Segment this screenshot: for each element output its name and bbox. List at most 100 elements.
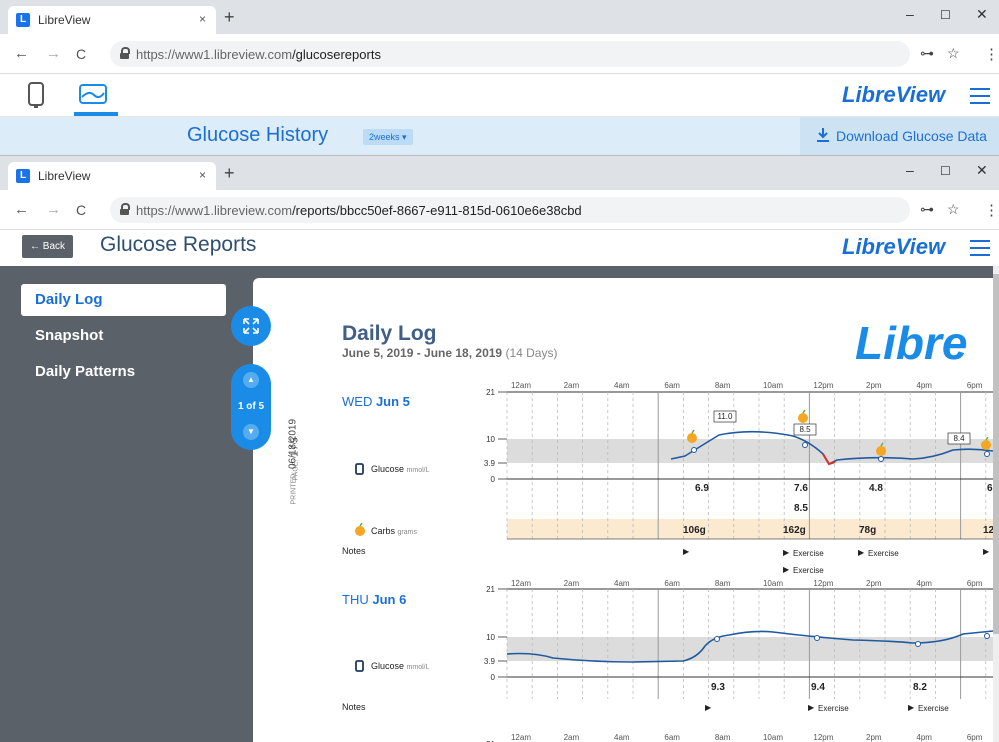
sidebar-item-label: Snapshot bbox=[35, 327, 104, 344]
scan-point bbox=[814, 635, 820, 641]
time-label: 2pm bbox=[866, 381, 882, 390]
reload-icon[interactable]: C bbox=[76, 46, 86, 62]
expand-button[interactable] bbox=[231, 306, 271, 346]
download-button[interactable]: Download Glucose Data bbox=[800, 117, 999, 155]
sidebar-item-snapshot[interactable]: Snapshot bbox=[21, 320, 226, 352]
glucose-value: 9.3 bbox=[711, 682, 725, 693]
minimize-button[interactable]: – bbox=[906, 6, 914, 22]
carbs-value: 106g bbox=[683, 525, 706, 536]
time-label: 12am bbox=[511, 733, 531, 742]
minimize-button[interactable]: – bbox=[906, 162, 914, 178]
carbs-value: 162g bbox=[783, 525, 806, 536]
sidebar-item-label: Daily Patterns bbox=[35, 363, 136, 380]
scrollbar-track[interactable] bbox=[993, 266, 999, 742]
back-button[interactable]: ← Back bbox=[22, 235, 74, 258]
star-icon[interactable]: ☆ bbox=[947, 201, 960, 218]
glucose-history-bar: Glucose History 2weeks ▾ Download Glucos… bbox=[0, 117, 999, 155]
sidebar-item-daily-log[interactable]: Daily Log bbox=[21, 284, 226, 316]
note-exercise: Exercise bbox=[793, 549, 824, 558]
time-label: 6pm bbox=[967, 733, 983, 742]
glucose-value: 7.6 bbox=[794, 483, 808, 494]
url-field[interactable]: https://www1.libreview.com/glucosereport… bbox=[110, 41, 910, 67]
device-icon[interactable] bbox=[28, 82, 44, 108]
time-label: 10am bbox=[763, 579, 783, 588]
y-tick-label: 21 bbox=[486, 388, 495, 397]
glucose-value: 4.8 bbox=[869, 483, 883, 494]
hamburger-menu-icon[interactable] bbox=[970, 88, 990, 104]
page-up-button[interactable]: ▲ bbox=[243, 372, 259, 388]
scrollbar-thumb[interactable] bbox=[993, 274, 999, 634]
time-label: 6pm bbox=[967, 579, 983, 588]
close-window-button[interactable]: ✕ bbox=[976, 6, 988, 23]
maximize-button[interactable]: ☐ bbox=[940, 8, 951, 22]
report-viewer: Daily Log June 5, 2019 - June 18, 2019 (… bbox=[253, 266, 999, 742]
new-tab-button[interactable]: + bbox=[224, 164, 235, 182]
reload-icon[interactable]: C bbox=[76, 202, 86, 218]
scan-point bbox=[984, 451, 990, 457]
active-nav-indicator bbox=[74, 112, 118, 116]
scan-point bbox=[802, 442, 808, 448]
key-icon[interactable]: ⊶ bbox=[920, 45, 934, 62]
note-exercise: Exercise bbox=[868, 549, 899, 558]
time-label: 4am bbox=[614, 381, 630, 390]
glucose-value: 6.9 bbox=[695, 483, 709, 494]
new-tab-button[interactable]: + bbox=[224, 8, 235, 26]
browser-tab[interactable]: L LibreView × bbox=[8, 162, 216, 190]
apple-icon bbox=[981, 440, 991, 450]
key-icon[interactable]: ⊶ bbox=[920, 201, 934, 218]
time-label: 8am bbox=[715, 579, 731, 588]
reports-icon[interactable] bbox=[79, 84, 107, 104]
close-tab-icon[interactable]: × bbox=[199, 168, 206, 182]
carbs-value: 78g bbox=[859, 525, 876, 536]
range-dropdown[interactable]: 2weeks ▾ bbox=[363, 129, 413, 145]
back-arrow-icon[interactable]: ← bbox=[14, 201, 29, 218]
y-tick-label: 0 bbox=[491, 673, 496, 682]
tab-title: LibreView bbox=[38, 13, 91, 27]
url-domain: https://www1.libreview.com bbox=[136, 203, 293, 218]
glucose-value: 8.5 bbox=[794, 503, 808, 514]
scan-point bbox=[714, 636, 720, 642]
libreview-header: LibreView bbox=[0, 74, 999, 117]
page-down-button[interactable]: ▼ bbox=[243, 424, 259, 440]
star-icon[interactable]: ☆ bbox=[947, 45, 960, 62]
carbs-band bbox=[507, 519, 993, 539]
hamburger-menu-icon[interactable] bbox=[970, 240, 990, 256]
reports-header: ← Back Glucose Reports LibreView bbox=[0, 230, 999, 267]
apple-icon bbox=[876, 446, 886, 456]
chrome-menu-icon[interactable]: ⋮ bbox=[984, 201, 999, 219]
url-domain: https://www1.libreview.com bbox=[136, 47, 293, 62]
y-tick-label: 0 bbox=[491, 475, 496, 484]
callout-value: 11.0 bbox=[718, 412, 734, 421]
sidebar-item-label: Daily Log bbox=[35, 291, 103, 308]
address-bar: ← → C https://www1.libreview.com/reports… bbox=[0, 190, 999, 230]
browser-window-glucose-history: L LibreView × + – ☐ ✕ ← → C https://www1… bbox=[0, 0, 999, 155]
page-navigator: ▲ 1 of 5 ▼ bbox=[231, 364, 271, 450]
range-label: 2weeks bbox=[369, 132, 400, 142]
libreview-logo: LibreView bbox=[842, 234, 946, 259]
scan-point bbox=[915, 641, 921, 647]
chrome-menu-icon[interactable]: ⋮ bbox=[984, 45, 999, 63]
daily-log-charts: WED Jun 5 12am 2am 4am 6am 8am 10am 12pm 2pm 4pm 6… bbox=[342, 381, 993, 742]
url-field[interactable]: https://www1.libreview.com/reports/bbcc5… bbox=[110, 197, 910, 223]
time-label: 2am bbox=[564, 381, 580, 390]
forward-arrow-icon[interactable]: → bbox=[46, 201, 61, 218]
close-tab-icon[interactable]: × bbox=[199, 12, 206, 26]
forward-arrow-icon[interactable]: → bbox=[46, 45, 61, 62]
maximize-button[interactable]: ☐ bbox=[940, 164, 951, 178]
lock-icon bbox=[120, 203, 130, 215]
browser-tab[interactable]: L LibreView × bbox=[8, 6, 216, 34]
glucose-value: 8.2 bbox=[913, 682, 927, 693]
carbs-value: 12 bbox=[983, 525, 993, 536]
notes-label: Notes bbox=[342, 546, 366, 556]
address-bar: ← → C https://www1.libreview.com/glucose… bbox=[0, 34, 999, 74]
libreview-favicon-icon: L bbox=[16, 169, 30, 183]
sidebar-item-daily-patterns[interactable]: Daily Patterns bbox=[21, 356, 226, 388]
y-tick-label: 10 bbox=[486, 633, 495, 642]
tab-strip: L LibreView × + – ☐ ✕ bbox=[0, 0, 999, 34]
glucose-row-label: Glucose mmol/L bbox=[371, 464, 430, 474]
back-arrow-icon[interactable]: ← bbox=[14, 45, 29, 62]
callout-value: 8.4 bbox=[953, 434, 965, 443]
close-window-button[interactable]: ✕ bbox=[976, 162, 988, 179]
day-label: WED Jun 5 bbox=[342, 394, 410, 409]
glucose-value: 9.4 bbox=[811, 682, 825, 693]
